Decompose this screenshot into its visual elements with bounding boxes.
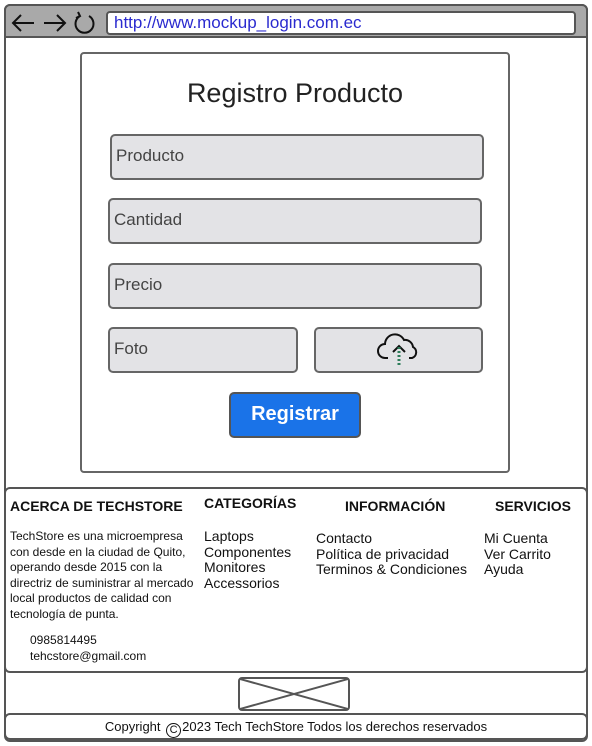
info-title: INFORMACIÓN (345, 498, 446, 514)
page-title: Registro Producto (186, 78, 404, 108)
registrar-button[interactable]: Registrar (229, 392, 361, 438)
copyright-bar: Copyright C 2023 Tech TechStore Todos los… (4, 713, 588, 740)
category-link-monitores[interactable]: Monitores (204, 559, 291, 576)
copyright-prefix: Copyright (104, 719, 161, 734)
cantidad-input[interactable]: Cantidad (108, 198, 482, 244)
reload-icon[interactable] (72, 11, 98, 35)
footer: ACERCA DE TECHSTORE TechStore es una mic… (4, 487, 588, 673)
info-link-terminos[interactable]: Terminos & Condiciones (316, 561, 467, 578)
services-title: SERVICIOS (495, 498, 571, 514)
info-list: Contacto Política de privacidad Terminos… (316, 530, 467, 578)
address-bar[interactable]: http://www.mockup_login.com.ec (106, 11, 576, 35)
producto-input[interactable]: Producto (110, 134, 484, 180)
service-link-ayuda[interactable]: Ayuda (484, 561, 551, 578)
image-placeholder (238, 677, 350, 711)
category-link-accessorios[interactable]: Accessorios (204, 575, 291, 592)
cloud-upload-icon (376, 333, 417, 365)
categories-title: CATEGORÍAS (204, 495, 297, 511)
foto-input[interactable]: Foto (108, 327, 298, 373)
categories-list: Laptops Componentes Monitores Accessorio… (204, 528, 291, 592)
service-link-mi-cuenta[interactable]: Mi Cuenta (484, 530, 551, 547)
about-text: TechStore es una microempresa con desde … (10, 529, 194, 621)
forward-arrow-icon[interactable] (42, 11, 68, 35)
back-arrow-icon[interactable] (10, 11, 36, 35)
services-list: Mi Cuenta Ver Carrito Ayuda (484, 530, 551, 578)
about-title: ACERCA DE TECHSTORE (10, 498, 183, 514)
copyright-icon: C (166, 723, 182, 738)
service-link-ver-carrito[interactable]: Ver Carrito (484, 546, 551, 563)
upload-button[interactable] (314, 327, 483, 373)
contact-phone: 0985814495 (30, 633, 97, 647)
browser-toolbar: http://www.mockup_login.com.ec (4, 4, 588, 38)
category-link-laptops[interactable]: Laptops (204, 528, 291, 545)
info-link-contacto[interactable]: Contacto (316, 530, 467, 547)
info-link-privacidad[interactable]: Política de privacidad (316, 546, 467, 563)
logo-row (4, 673, 588, 713)
category-link-componentes[interactable]: Componentes (204, 544, 291, 561)
precio-input[interactable]: Precio (108, 263, 482, 309)
contact-email[interactable]: tehcstore@gmail.com (30, 649, 146, 663)
copyright-text: 2023 Tech TechStore Todos los derechos r… (182, 719, 488, 734)
register-product-card: Registro Producto Producto Cantidad Prec… (80, 52, 510, 473)
